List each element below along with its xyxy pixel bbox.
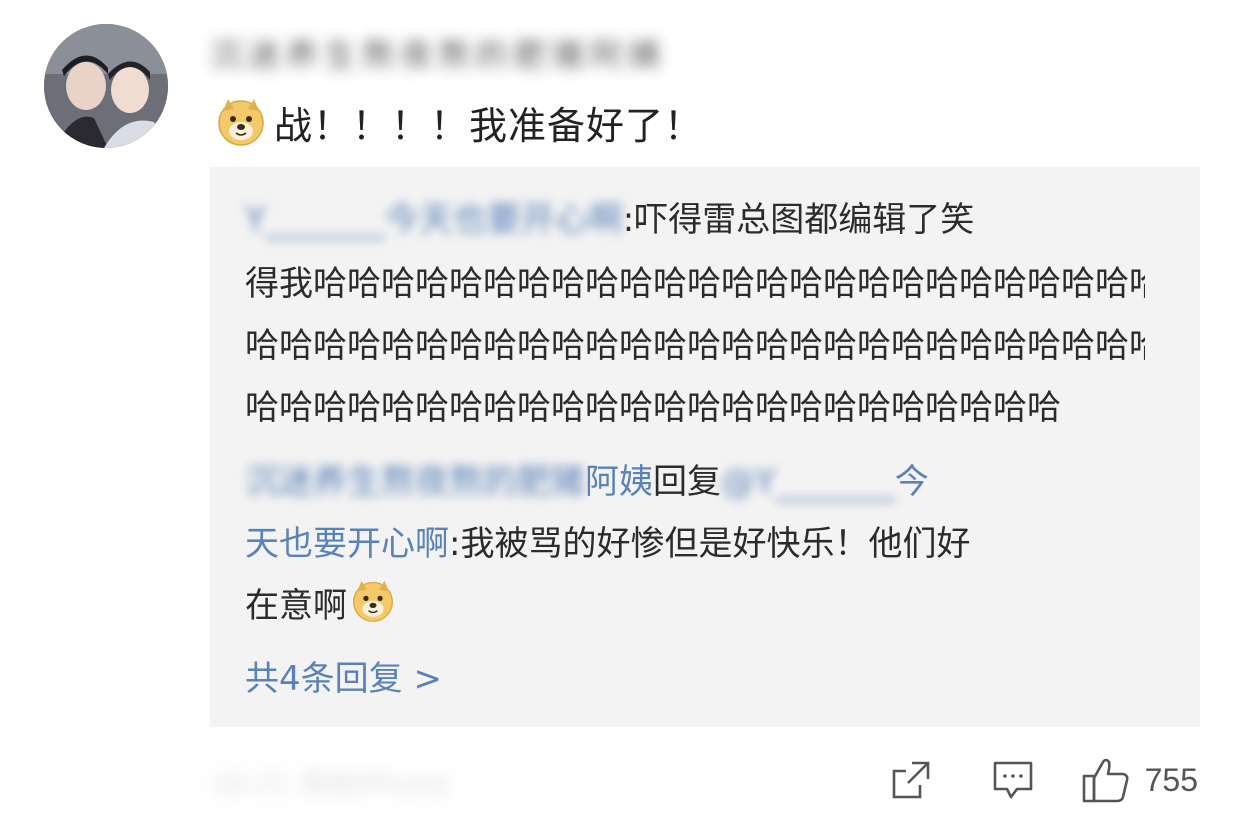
doge-emoji-icon (351, 579, 395, 623)
thumbs-up-icon (1081, 756, 1131, 804)
mention-blurred[interactable]: @Y_______ (721, 451, 895, 513)
comment-icon (991, 759, 1035, 801)
mention-line-2[interactable]: 天也要开心啊 (245, 524, 449, 564)
reply-1-line-2: 得我哈哈哈哈哈哈哈哈哈哈哈哈哈哈哈哈哈哈哈哈哈哈哈哈哈哈哈哈哈哈哈哈哈哈哈哈哈哈… (245, 253, 1145, 315)
reply-1-text-3: 哈哈哈哈哈哈哈哈哈哈哈哈哈哈哈哈哈哈哈哈哈哈哈哈哈哈哈哈哈哈哈哈哈哈哈哈哈哈哈哈… (245, 326, 1145, 366)
reply-1-text-2: 得我哈哈哈哈哈哈哈哈哈哈哈哈哈哈哈哈哈哈哈哈哈哈哈哈哈哈哈哈哈哈哈哈哈哈哈哈哈哈… (245, 264, 1145, 304)
reply-box[interactable]: Y_______今天也要开心啊:吓得雷总图都编辑了笑 得我哈哈哈哈哈哈哈哈哈哈哈… (210, 167, 1200, 727)
reply-word: 回复 (653, 462, 721, 502)
reply-1-text-4: 哈哈哈哈哈哈哈哈哈哈哈哈哈哈哈哈哈哈哈哈哈哈哈哈 (245, 388, 1061, 428)
avatar[interactable] (44, 24, 168, 148)
reply-1-line-3: 哈哈哈哈哈哈哈哈哈哈哈哈哈哈哈哈哈哈哈哈哈哈哈哈哈哈哈哈哈哈哈哈哈哈哈哈哈哈哈哈… (245, 315, 1145, 377)
reply-1-line-1: Y_______今天也要开心啊:吓得雷总图都编辑了笑 (245, 189, 974, 251)
doge-emoji-icon (216, 97, 266, 147)
action-bar: 755 (881, 752, 1198, 808)
username[interactable]: 沉迷养生熬夜熬的肥猪阿姨 (210, 30, 810, 74)
share-icon (890, 759, 932, 801)
reply-2-username-blurred[interactable]: 沉迷养生熬夜熬的肥猪 (245, 451, 585, 513)
more-replies-link[interactable]: 共4条回复 > (245, 651, 442, 700)
comment-text: 战！！！！我准备好了！ (216, 96, 703, 148)
reply-1-username[interactable]: Y_______今天也要开心啊 (245, 189, 623, 251)
reply-2-username-tail[interactable]: 阿姨 (585, 462, 653, 502)
reply-2-text-2: 在意啊 (245, 586, 347, 626)
comment-body: 战！！！！我准备好了！ (274, 103, 704, 148)
reply-2-text: :我被骂的好惨但是好快乐！他们好 (449, 524, 971, 564)
share-button[interactable] (881, 759, 941, 801)
timestamp-source: 10-21 来自iPhone (210, 767, 451, 800)
comment-button[interactable] (983, 759, 1043, 801)
reply-2-line-1: 沉迷养生熬夜熬的肥猪阿姨回复@Y_______今 (245, 451, 929, 513)
reply-1-text: :吓得雷总图都编辑了笑 (622, 200, 975, 240)
reply-2-line-3: 在意啊 (245, 575, 395, 637)
like-count: 755 (1144, 761, 1198, 798)
reply-1-line-4: 哈哈哈哈哈哈哈哈哈哈哈哈哈哈哈哈哈哈哈哈哈哈哈哈 (245, 377, 1061, 439)
mention-tail[interactable]: 今 (895, 462, 929, 502)
like-button[interactable]: 755 (1081, 756, 1198, 804)
reply-2-line-2: 天也要开心啊:我被骂的好惨但是好快乐！他们好 (245, 513, 970, 575)
